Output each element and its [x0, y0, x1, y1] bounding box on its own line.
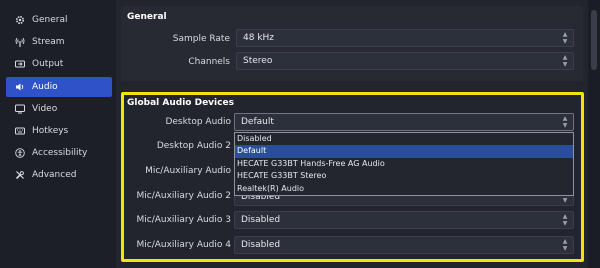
desktop-audio-dropdown-list[interactable]: Disabled Default HECATE G33BT Hands-Free…	[234, 132, 574, 196]
dropdown-option[interactable]: HECATE G33BT Stereo	[235, 170, 573, 182]
updown-chevron-icon: ▲▼	[562, 213, 568, 227]
sidebar-item-advanced[interactable]: Advanced	[6, 165, 112, 185]
dropdown-option-selected[interactable]: Default	[235, 145, 573, 158]
updown-chevron-icon: ▲▼	[562, 31, 568, 45]
sidebar-item-stream[interactable]: Stream	[6, 32, 112, 52]
sidebar-item-accessibility[interactable]: Accessibility	[6, 143, 112, 163]
vertical-scrollbar[interactable]	[588, 0, 600, 268]
output-icon	[12, 59, 28, 69]
desktop-audio-label: Desktop Audio	[165, 117, 231, 127]
mic-audio-3-select[interactable]: Disabled ▲ ▼	[234, 211, 574, 229]
section-title-general: General	[127, 12, 167, 22]
updown-chevron-icon: ▲▼	[562, 115, 568, 129]
sidebar-item-label: Hotkeys	[32, 126, 69, 136]
updown-chevron-icon: ▲▼	[562, 238, 568, 252]
sidebar-item-label: Output	[32, 59, 64, 69]
mic-audio-4-label: Mic/Auxiliary Audio 4	[136, 240, 231, 250]
mic-audio-4-select[interactable]: Disabled ▲ ▼	[234, 236, 574, 254]
sidebar-item-label: Stream	[32, 37, 65, 47]
sample-rate-select[interactable]: 48 kHz ▲ ▼	[236, 29, 574, 47]
scrollbar-thumb[interactable]	[591, 10, 597, 70]
keyboard-icon	[12, 126, 28, 136]
speaker-icon	[12, 82, 28, 92]
channels-value: Stereo	[243, 56, 273, 66]
monitor-icon	[12, 104, 28, 114]
accessibility-icon	[12, 148, 28, 158]
sidebar-item-video[interactable]: Video	[6, 99, 112, 119]
mic-audio-2-label: Mic/Auxiliary Audio 2	[136, 191, 231, 201]
dropdown-option[interactable]: HECATE G33BT Hands-Free AG Audio	[235, 158, 573, 170]
sidebar-item-label: Audio	[32, 82, 58, 92]
sidebar-item-audio[interactable]: Audio	[6, 77, 112, 97]
desktop-audio-value: Default	[241, 117, 274, 127]
wrench-icon	[12, 170, 28, 180]
dropdown-option[interactable]: Realtek(R) Audio	[235, 183, 573, 195]
sidebar-item-label: General	[32, 15, 68, 25]
sidebar-item-label: Accessibility	[32, 148, 88, 158]
sample-rate-label: Sample Rate	[172, 34, 230, 44]
gear-icon	[12, 15, 28, 25]
sidebar-item-general[interactable]: General	[6, 10, 112, 30]
mic-audio-3-label: Mic/Auxiliary Audio 3	[136, 215, 231, 225]
sidebar-item-output[interactable]: Output	[6, 54, 112, 74]
mic-audio-3-value: Disabled	[241, 215, 281, 225]
settings-sidebar: General Stream Output Audio Video Hotkey…	[0, 0, 116, 268]
desktop-audio-select[interactable]: Default ▲ ▼	[234, 113, 574, 131]
section-title-global-audio: Global Audio Devices	[127, 98, 234, 108]
sidebar-item-label: Advanced	[32, 170, 77, 180]
channels-label: Channels	[188, 57, 230, 67]
dropdown-option[interactable]: Disabled	[235, 133, 573, 145]
desktop-audio-2-label: Desktop Audio 2	[156, 141, 231, 151]
mic-audio-4-value: Disabled	[241, 240, 281, 250]
mic-audio-label: Mic/Auxiliary Audio	[145, 166, 231, 176]
updown-chevron-icon: ▲▼	[562, 54, 568, 68]
channels-select[interactable]: Stereo ▲ ▼	[236, 52, 574, 70]
sidebar-item-hotkeys[interactable]: Hotkeys	[6, 121, 112, 141]
sample-rate-value: 48 kHz	[243, 33, 275, 43]
antenna-icon	[12, 37, 28, 47]
sidebar-item-label: Video	[32, 104, 58, 114]
